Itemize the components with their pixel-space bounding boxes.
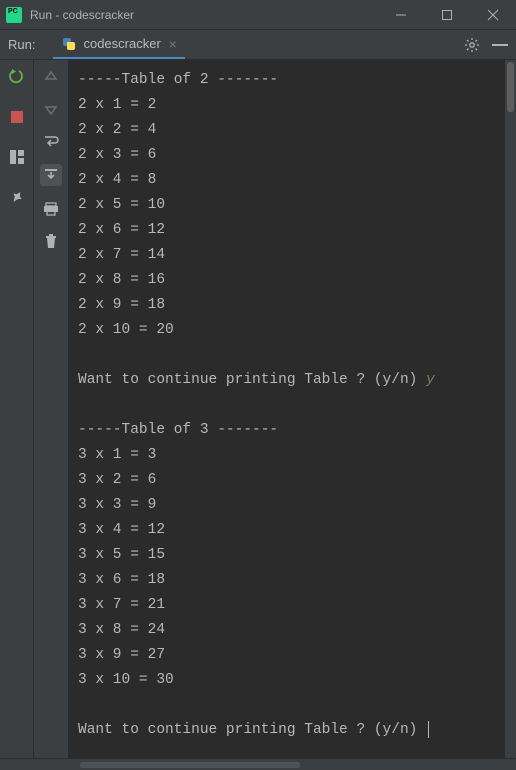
console-line: 3 x 7 = 21 <box>78 593 506 618</box>
scroll-thumb[interactable] <box>507 62 514 112</box>
left-gutter-primary <box>0 60 34 758</box>
console-line: 3 x 9 = 27 <box>78 643 506 668</box>
up-arrow-icon[interactable] <box>42 68 60 86</box>
console-line: 3 x 4 = 12 <box>78 518 506 543</box>
python-icon <box>61 36 77 52</box>
print-icon[interactable] <box>42 200 60 218</box>
console-line: -----Table of 2 ------- <box>78 68 506 93</box>
pycharm-icon <box>6 7 22 23</box>
console-line <box>78 393 506 418</box>
console-line: 3 x 10 = 30 <box>78 668 506 693</box>
run-tab-bar: Run: codescracker × <box>0 30 516 60</box>
console-line: 2 x 5 = 10 <box>78 193 506 218</box>
console-line: 2 x 8 = 16 <box>78 268 506 293</box>
caret <box>428 721 429 738</box>
window-controls <box>378 0 516 29</box>
console-line: 2 x 1 = 2 <box>78 93 506 118</box>
console-line: 2 x 2 = 4 <box>78 118 506 143</box>
minimize-button[interactable] <box>378 0 424 29</box>
console-line: 2 x 4 = 8 <box>78 168 506 193</box>
status-bar <box>0 758 516 770</box>
soft-wrap-icon[interactable] <box>42 132 60 150</box>
console-prompt: Want to continue printing Table ? (y/n) <box>78 718 506 743</box>
layout-icon[interactable] <box>8 148 26 166</box>
console-line: 3 x 2 = 6 <box>78 468 506 493</box>
hide-panel-icon[interactable] <box>492 43 508 47</box>
console-line: 3 x 6 = 18 <box>78 568 506 593</box>
main-area: -----Table of 2 ------- 2 x 1 = 2 2 x 2 … <box>0 60 516 758</box>
console-line <box>78 343 506 368</box>
scroll-to-end-icon[interactable] <box>40 164 62 186</box>
console-line: 3 x 8 = 24 <box>78 618 506 643</box>
user-input: y <box>426 372 435 388</box>
gear-icon[interactable] <box>464 37 480 53</box>
tab-label: codescracker <box>83 36 160 51</box>
close-tab-icon[interactable]: × <box>169 37 177 51</box>
stop-icon[interactable] <box>8 108 26 126</box>
run-label: Run: <box>8 37 35 52</box>
window-title: Run - codescracker <box>30 8 378 22</box>
console-line <box>78 693 506 718</box>
console-line: 3 x 1 = 3 <box>78 443 506 468</box>
console-line: 2 x 3 = 6 <box>78 143 506 168</box>
rerun-icon[interactable] <box>8 68 26 86</box>
vertical-scrollbar[interactable] <box>505 60 516 758</box>
console-line: 2 x 7 = 14 <box>78 243 506 268</box>
title-bar: Run - codescracker <box>0 0 516 30</box>
maximize-button[interactable] <box>424 0 470 29</box>
pin-icon[interactable] <box>8 188 26 206</box>
down-arrow-icon[interactable] <box>42 100 60 118</box>
console-line: 3 x 5 = 15 <box>78 543 506 568</box>
console-line: -----Table of 3 ------- <box>78 418 506 443</box>
trash-icon[interactable] <box>42 232 60 250</box>
run-config-tab[interactable]: codescracker × <box>53 30 185 59</box>
close-button[interactable] <box>470 0 516 29</box>
console-prompt: Want to continue printing Table ? (y/n) … <box>78 368 506 393</box>
console-output[interactable]: -----Table of 2 ------- 2 x 1 = 2 2 x 2 … <box>68 60 516 758</box>
console-line: 2 x 6 = 12 <box>78 218 506 243</box>
left-gutter-secondary <box>34 60 68 758</box>
console-line: 3 x 3 = 9 <box>78 493 506 518</box>
console-line: 2 x 9 = 18 <box>78 293 506 318</box>
console-line: 2 x 10 = 20 <box>78 318 506 343</box>
